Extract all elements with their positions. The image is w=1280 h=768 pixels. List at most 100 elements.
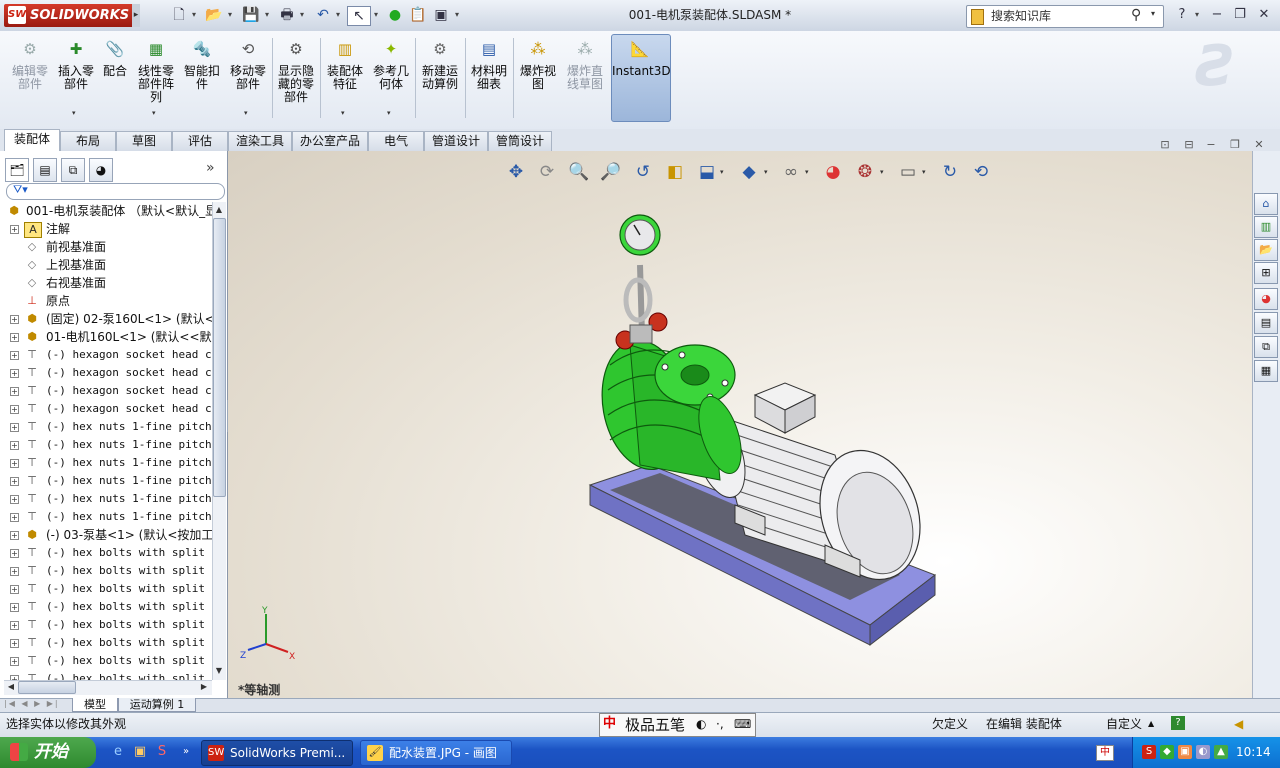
tab-tubing[interactable]: 管筒设计 [488,131,552,151]
tree-filter[interactable]: ⛛▾ [6,183,225,200]
expand-icon[interactable]: + [10,495,19,504]
new-dropdown-icon[interactable]: ▾ [190,6,198,24]
tree-item[interactable]: + ⊤ (-) hex bolts with split pi [4,670,212,680]
tray-volume-icon[interactable]: ◐ [1196,745,1210,759]
save-icon[interactable]: 💾 [240,6,262,24]
tree-item[interactable]: + A 注解 [4,220,212,238]
tree-item[interactable]: + ⊤ (-) hex nuts 1-fine pitch-g [4,454,212,472]
tree-item[interactable]: + ⊤ (-) hex bolts with split pi [4,580,212,598]
menu-expand-icon[interactable]: ▸ [132,4,140,27]
tree-item[interactable]: + ⊤ (-) hex bolts with split pi [4,598,212,616]
expand-icon[interactable]: + [10,549,19,558]
tree-item[interactable]: ◇ 前视基准面 [4,238,212,256]
undo-dropdown-icon[interactable]: ▾ [334,6,342,24]
file-properties-icon[interactable]: 📋 [407,6,429,24]
expand-icon[interactable]: + [10,621,19,630]
viewport-split-icon[interactable]: ⊟ [1180,137,1198,153]
rebuild-icon[interactable]: ● [384,6,406,24]
tab-piping[interactable]: 管道设计 [424,131,488,151]
tab-nav-arrows-icon[interactable]: |◀ ◀ ▶ ▶| [4,699,60,708]
expand-icon[interactable]: + [10,315,19,324]
dynamic-annotation-icon[interactable]: ⬓ [694,159,720,185]
assembly-feature-button[interactable]: ▥ 装配体 特征 ▾ [322,36,368,122]
appearance-tab-icon[interactable]: ◕ [89,158,113,182]
tab-model[interactable]: 模型 [72,698,118,712]
pan-icon[interactable]: ✥ [503,159,529,185]
reference-geometry-button[interactable]: ✦ 参考几 何体 ▾ [369,36,413,122]
minimize-button[interactable]: − [1207,6,1227,24]
options-icon[interactable]: ▣ [430,6,452,24]
tree-item[interactable]: + ⊤ (-) hexagon socket head cap [4,364,212,382]
feature-tree-tab-icon[interactable]: 🗂 [5,158,29,182]
restore-button[interactable]: ❐ [1230,6,1250,24]
task-explorer-icon[interactable]: 📂 [1254,239,1278,261]
help-dropdown-icon[interactable]: ▾ [1193,6,1201,24]
rebuild-view-icon[interactable]: ↻ [937,159,963,185]
dropdown-arrow-icon[interactable]: ▾ [764,159,772,185]
task-solidworks[interactable]: SW SolidWorks Premi... [201,740,353,766]
instant3d-button[interactable]: 📐 Instant3D [612,36,671,122]
tab-render-tools[interactable]: 渲染工具 [228,131,292,151]
refresh-icon[interactable]: ⟲ [968,159,994,185]
task-library-icon[interactable]: ▥ [1254,216,1278,238]
dropdown-arrow-icon[interactable]: ▾ [880,159,888,185]
ime-moon-icon[interactable]: ◐ [696,717,706,731]
undo-icon[interactable]: ↶ [312,6,334,24]
rotate-icon[interactable]: ⟳ [534,159,560,185]
expand-icon[interactable]: + [10,225,19,234]
expand-icon[interactable]: + [10,477,19,486]
section-view-icon[interactable]: ◧ [662,159,688,185]
expand-icon[interactable]: + [10,585,19,594]
explorer-icon[interactable]: ▣ [130,742,150,762]
tree-item[interactable]: + ⊤ (-) hex nuts 1-fine pitch-g [4,508,212,526]
doc-restore-button[interactable]: ❐ [1226,137,1244,153]
tray-solidworks-icon[interactable]: S [1142,745,1156,759]
options-dropdown-icon[interactable]: ▾ [453,6,461,24]
print-icon[interactable]: 🖶 [276,6,298,24]
dropdown-arrow-icon[interactable]: ▾ [805,159,813,185]
scroll-thumb[interactable] [213,218,226,497]
task-properties-icon[interactable]: ▤ [1254,312,1278,334]
tree-item[interactable]: + ⊤ (-) hex nuts 1-fine pitch-g [4,472,212,490]
tab-sketch[interactable]: 草图 [116,131,172,151]
tree-item[interactable]: + ⬢ 01-电机160L<1> (默认<<默认>_ [4,328,212,346]
scroll-right-icon[interactable]: ▶ [198,680,210,694]
scroll-left-icon[interactable]: ◀ [5,680,17,694]
units-dropdown-icon[interactable]: ▲ [1148,715,1154,733]
edit-component-button[interactable]: ⚙ 编辑零 部件 [8,36,52,122]
linear-pattern-button[interactable]: ▦ 线性零 部件阵 列 ▾ [134,36,178,122]
open-dropdown-icon[interactable]: ▾ [226,6,234,24]
scroll-down-icon[interactable]: ▼ [213,664,225,678]
ime-toolbar[interactable]: 中 极品五笔 ◐ ·, ⌨ [599,713,756,737]
explode-line-sketch-button[interactable]: ⁂ 爆炸直 线草图 [563,36,607,122]
tree-item[interactable]: + ⬢ (固定) 02-泵160L<1> (默认<< [4,310,212,328]
tree-root[interactable]: ⬢ 001-电机泵装配体 （默认<默认_显 [4,202,212,220]
dropdown-arrow-icon[interactable]: ▾ [341,107,345,120]
tray-security-icon[interactable]: ◆ [1160,745,1174,759]
status-arrow-icon[interactable]: ◀ [1234,715,1243,733]
new-motion-study-button[interactable]: ⚙ 新建运 动算例 [417,36,463,122]
tree-item[interactable]: + ⊤ (-) hex bolts with split pi [4,652,212,670]
edit-appearance-icon[interactable]: ◕ [820,159,846,185]
zoom-to-fit-icon[interactable]: 🔍 [566,159,592,185]
tab-office-products[interactable]: 办公室产品 [292,131,368,151]
expand-icon[interactable]: + [10,603,19,612]
viewport-tile-icon[interactable]: ⊡ [1156,137,1174,153]
search-icon[interactable]: ⚲ [1131,7,1141,23]
tree-item[interactable]: ⊥ 原点 [4,292,212,310]
tree-item[interactable]: + ⊤ (-) hex nuts 1-fine pitch-g [4,436,212,454]
tab-evaluate[interactable]: 评估 [172,131,228,151]
display-style-icon[interactable]: ∞ [778,159,804,185]
move-component-button[interactable]: ⟲ 移动零 部件 ▾ [226,36,270,122]
tree-item[interactable]: + ⊤ (-) hexagon socket head cap [4,346,212,364]
mate-button[interactable]: 📎 配合 [98,36,132,122]
expand-icon[interactable]: + [10,459,19,468]
expand-icon[interactable]: + [10,441,19,450]
tree-item[interactable]: + ⊤ (-) hex bolts with split pi [4,634,212,652]
print-dropdown-icon[interactable]: ▾ [298,6,306,24]
search-box[interactable]: 搜索知识库 ⚲ ▾ [966,5,1164,28]
tree-item[interactable]: + ⊤ (-) hex nuts 1-fine pitch-g [4,490,212,508]
units-selector[interactable]: 自定义 [1106,715,1142,733]
start-button[interactable]: 开始 [0,737,96,768]
task-search-icon[interactable]: ⊞ [1254,262,1278,284]
